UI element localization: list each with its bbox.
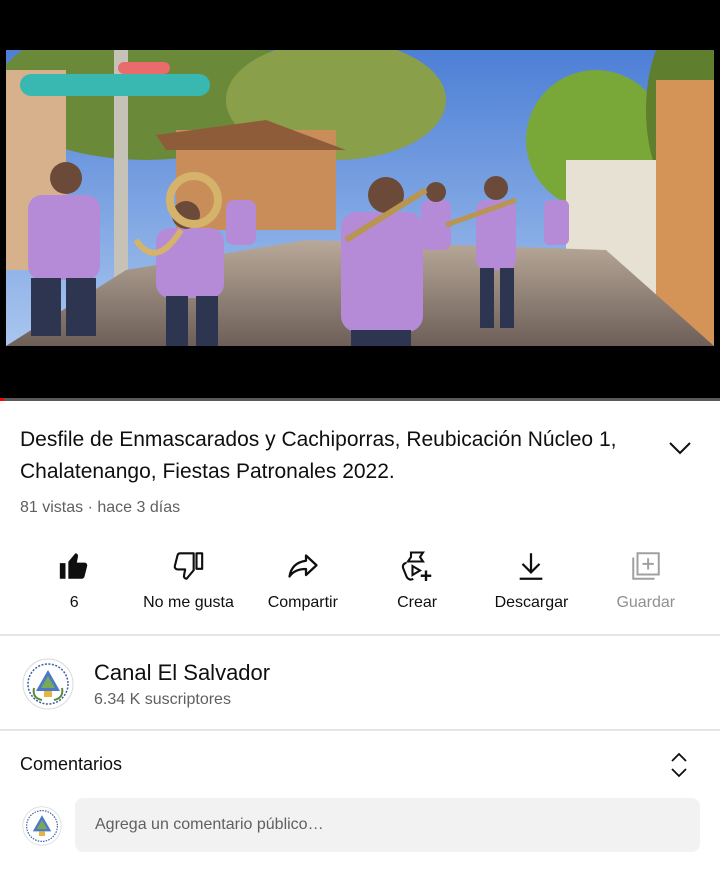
download-label: Descargar (494, 594, 569, 611)
divider (0, 729, 720, 731)
like-count: 6 (69, 594, 79, 611)
share-label: Compartir (267, 594, 338, 611)
video-player[interactable] (0, 0, 720, 401)
thumbs-up-icon (56, 548, 92, 584)
download-button[interactable]: Descargar (474, 540, 588, 620)
comments-expand-button[interactable] (666, 750, 692, 780)
video-actions-bar: 6 No me gusta Compartir Crear Descargar … (0, 540, 720, 620)
save-label: Guardar (616, 594, 676, 611)
dislike-label: No me gusta (143, 594, 234, 611)
create-icon (399, 548, 435, 584)
subscriber-count: 6.34 K suscriptores (94, 691, 231, 708)
download-icon (513, 548, 549, 584)
video-title: Desfile de Enmascarados y Cachiporras, R… (20, 428, 617, 483)
comment-input[interactable] (75, 798, 700, 852)
comments-heading[interactable]: Comentarios (20, 754, 122, 775)
like-button[interactable]: 6 (17, 540, 131, 620)
video-title-row[interactable]: Desfile de Enmascarados y Cachiporras, R… (20, 424, 700, 488)
thumbs-down-icon (170, 548, 206, 584)
dislike-button[interactable]: No me gusta (131, 540, 245, 620)
save-button[interactable]: Guardar (589, 540, 703, 620)
chevron-down-icon (669, 442, 691, 455)
video-frame[interactable] (6, 50, 714, 346)
create-button[interactable]: Crear (360, 540, 474, 620)
video-meta: 81 vistas · hace 3 días (20, 499, 181, 516)
user-avatar (22, 806, 62, 846)
save-playlist-icon (628, 548, 664, 584)
expand-description-button[interactable] (666, 434, 694, 462)
create-label: Crear (397, 594, 438, 611)
channel-name[interactable]: Canal El Salvador (94, 660, 270, 686)
channel-avatar[interactable] (22, 658, 74, 710)
video-thumbnail-image (6, 50, 714, 346)
video-progress-bar[interactable] (0, 398, 720, 401)
share-button[interactable]: Compartir (246, 540, 360, 620)
unfold-icon (671, 752, 687, 778)
video-progress-fill (0, 398, 4, 401)
share-icon (285, 548, 321, 584)
divider (0, 634, 720, 636)
channel-row[interactable]: Canal El Salvador 6.34 K suscriptores (0, 640, 720, 728)
